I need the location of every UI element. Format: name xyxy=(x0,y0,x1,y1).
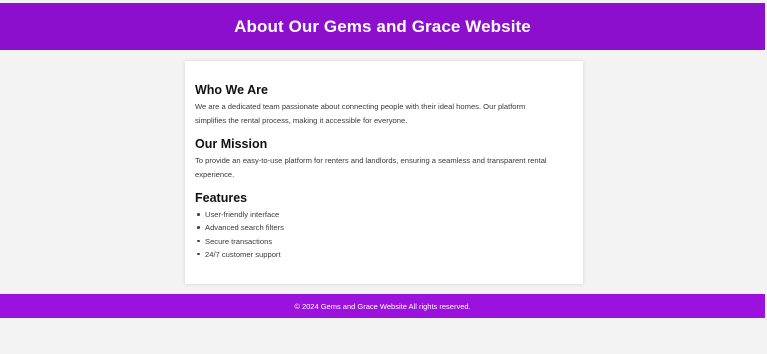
about-page: About Our Gems and Grace Website Who We … xyxy=(0,0,767,354)
our-mission-text: To provide an easy-to-use platform for r… xyxy=(195,156,547,179)
site-footer: © 2024 Gems and Grace Website All rights… xyxy=(0,294,765,318)
feature-item: 24/7 customer support xyxy=(197,248,573,261)
feature-item: Secure transactions xyxy=(197,235,573,248)
our-mission-heading: Our Mission xyxy=(195,137,268,151)
features-heading: Features xyxy=(195,191,248,205)
who-we-are-section: Who We Are We are a dedicated team passi… xyxy=(195,83,573,127)
page-title: About Our Gems and Grace Website xyxy=(234,16,531,36)
our-mission-section: Our Mission To provide an easy-to-use pl… xyxy=(195,137,573,181)
feature-item: Advanced search filters xyxy=(197,221,573,234)
who-we-are-text: We are a dedicated team passionate about… xyxy=(195,102,526,125)
site-header: About Our Gems and Grace Website xyxy=(0,3,765,50)
about-card: Who We Are We are a dedicated team passi… xyxy=(185,61,583,284)
copyright-text: © 2024 Gems and Grace Website All rights… xyxy=(294,301,471,311)
features-section: Features User-friendly interface Advance… xyxy=(195,191,573,261)
feature-item: User-friendly interface xyxy=(197,208,573,221)
who-we-are-heading: Who We Are xyxy=(195,83,268,97)
features-list: User-friendly interface Advanced search … xyxy=(195,208,573,261)
